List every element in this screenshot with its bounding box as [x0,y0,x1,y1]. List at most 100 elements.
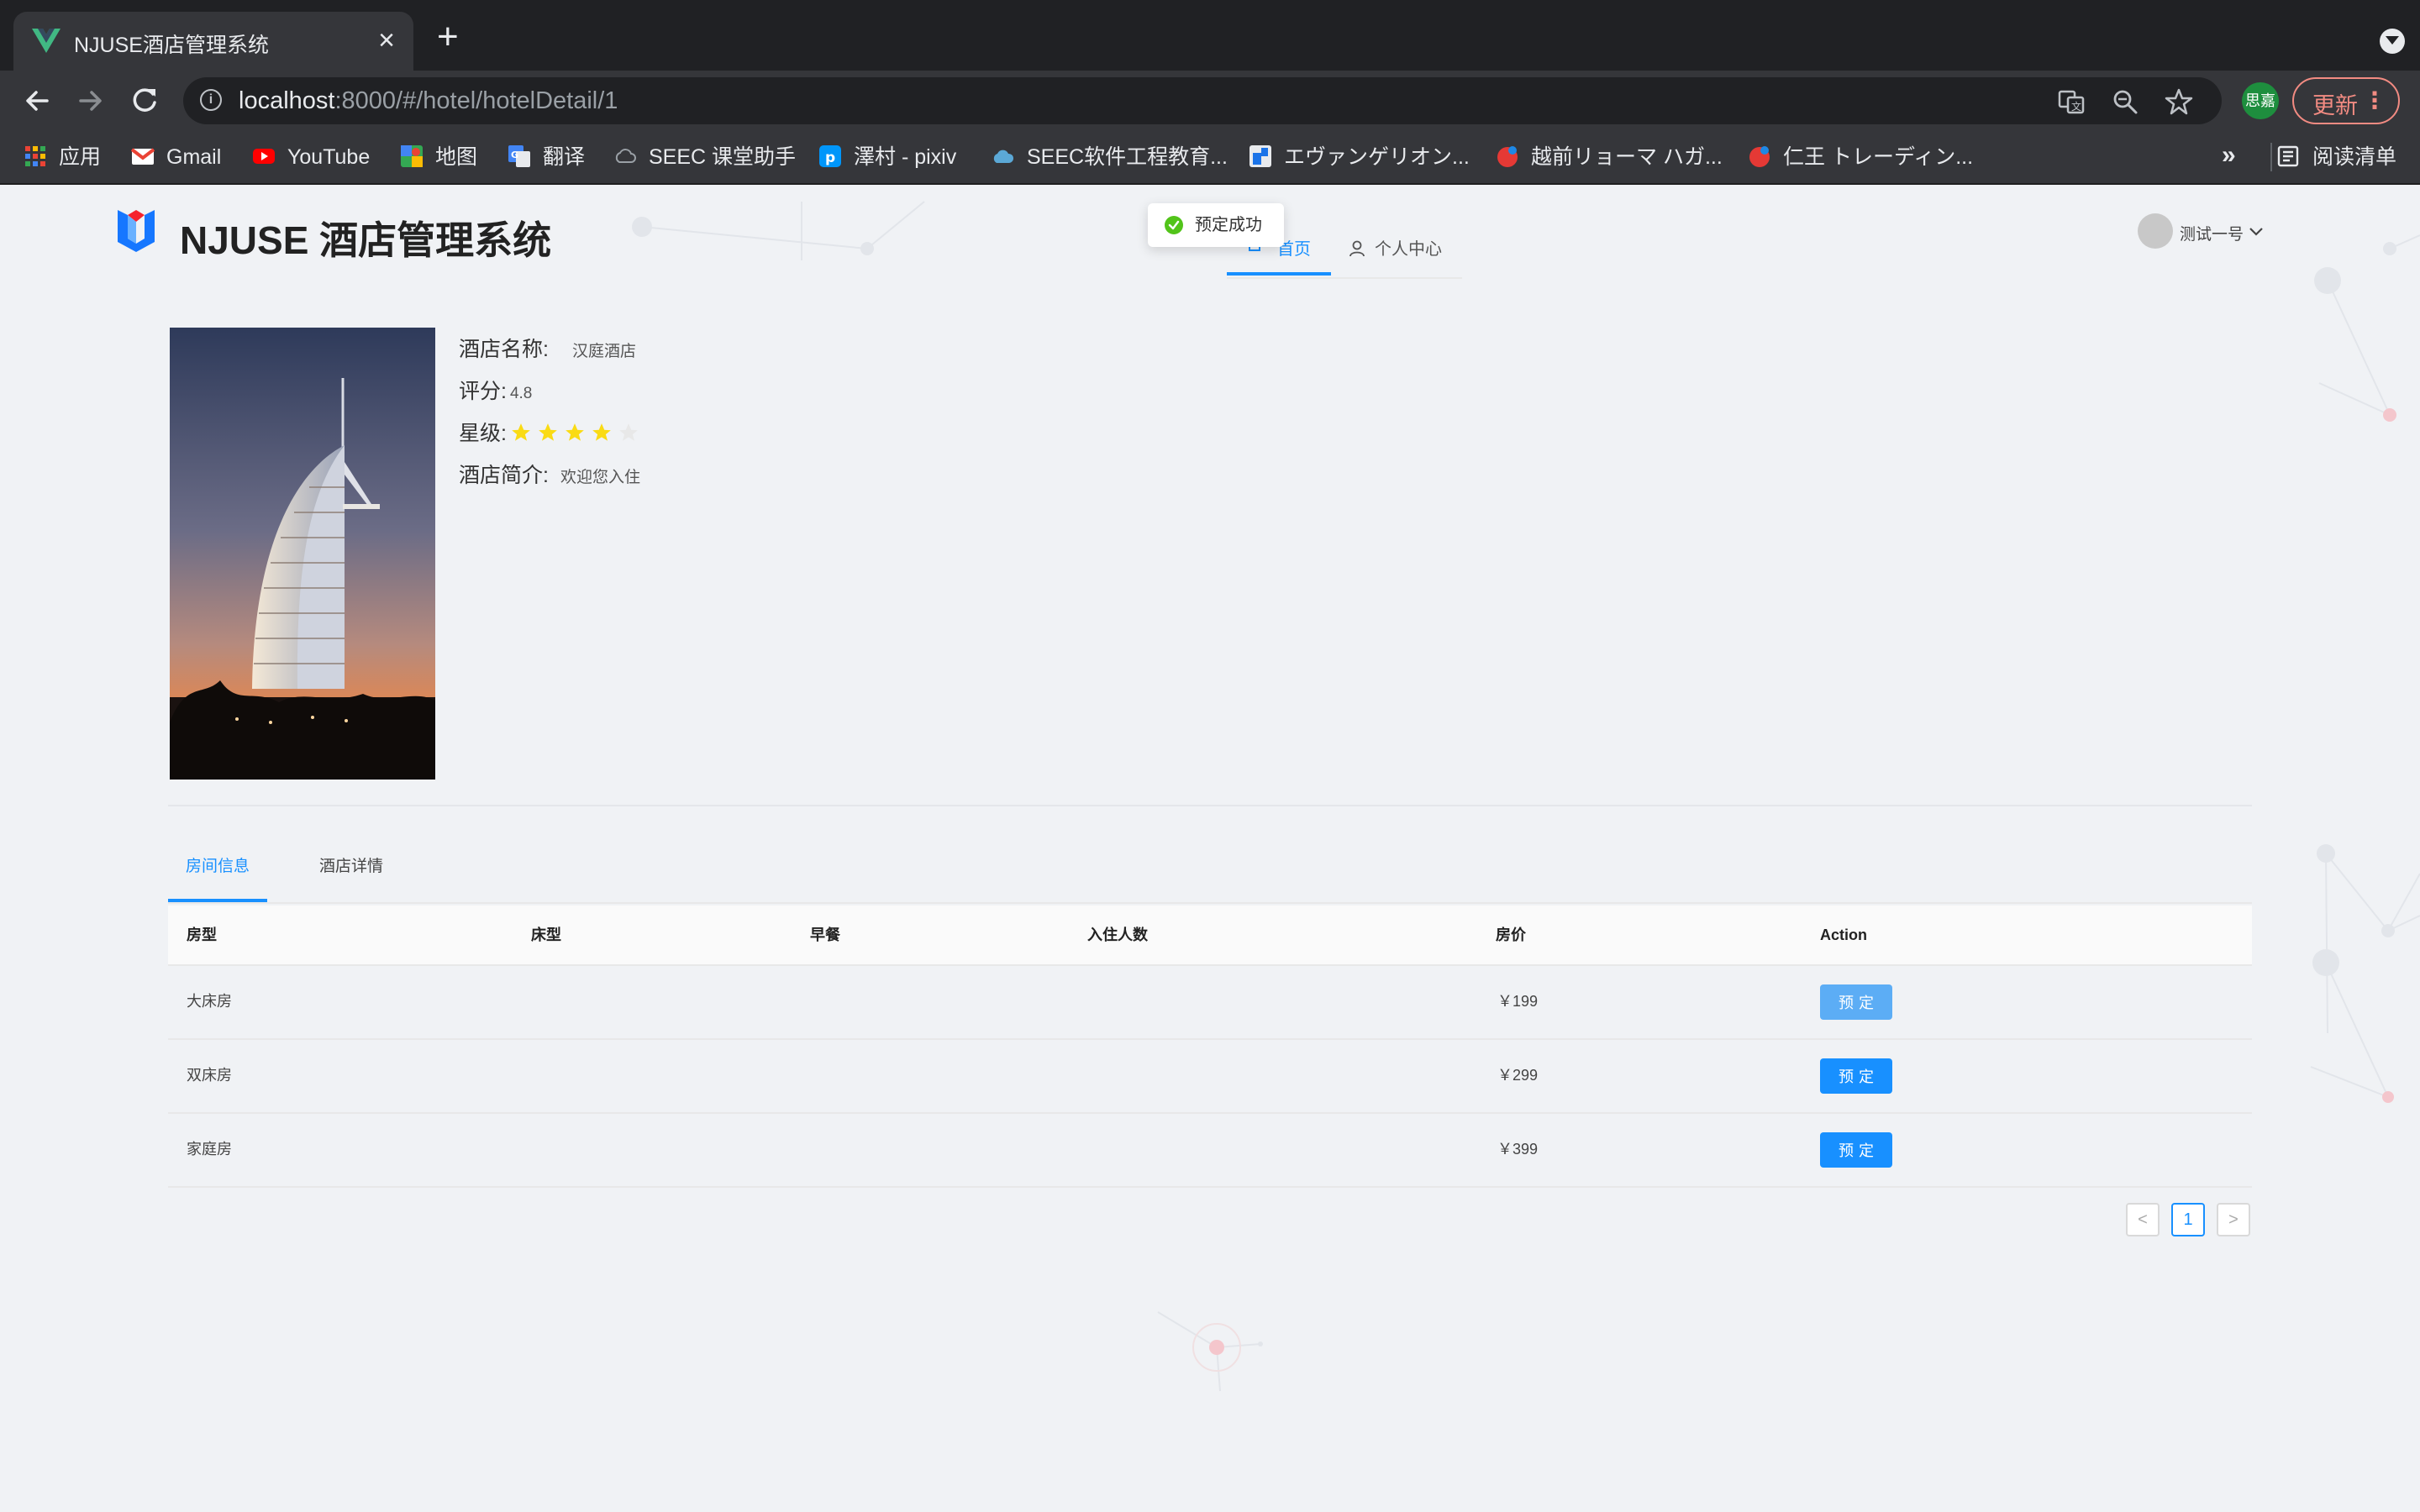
bookmark-ryoma[interactable]: 越前リョーマ ハガ... [1496,143,1723,171]
column-header: 房型 [187,927,217,943]
hotel-name-label: 酒店名称: [459,338,549,361]
column-header: Action [1820,927,1867,943]
column-header: 床型 [531,927,561,943]
star-filled-icon [592,423,612,441]
back-arrow-icon[interactable] [18,82,55,119]
site-logo-icon [118,210,155,252]
hotel-desc-value: 欢迎您入住 [560,469,640,486]
bookmark-site-icon [1249,145,1271,168]
hotel-image [170,328,435,780]
tab-hotel-detail[interactable]: 酒店详情 [319,837,383,902]
tab-search-icon[interactable] [2380,29,2405,54]
hotel-name-value: 汉庭酒店 [571,343,636,360]
profile-avatar[interactable]: 思嘉 [2242,82,2279,119]
hotel-desc-row: 酒店简介: 欢迎您入住 [459,459,640,489]
chevron-down-icon[interactable] [2249,225,2264,237]
svg-text:G: G [511,150,518,160]
site-info-icon[interactable]: i [200,89,222,111]
zoom-icon[interactable] [2111,87,2139,116]
browser-toolbar: i localhost:8000/#/hotel/hotelDetail/1 文… [0,71,2420,131]
bookmark-apps[interactable]: 应用 [24,143,101,171]
bookmark-eva[interactable]: エヴァンゲリオン... [1249,143,1470,171]
red-badge-icon [1749,146,1770,168]
reload-icon[interactable] [126,82,163,119]
room-type-cell: 双床房 [187,1067,232,1084]
maps-icon [401,145,423,168]
vue-logo-icon [32,29,60,53]
star-bookmark-icon[interactable] [2165,87,2193,116]
table-header: 房型 床型 早餐 入住人数 房价 Action [168,906,2252,966]
bookmark-pixiv[interactable]: p 澤村 - pixiv [818,143,956,171]
translate-icon: G [508,145,530,168]
bookmark-niou[interactable]: 仁王 トレーディン... [1748,143,1973,171]
star-empty-icon [619,423,639,441]
pagination-next-button[interactable]: > [2217,1203,2250,1236]
success-message-toast: 预定成功 [1148,203,1284,247]
bookmark-maps[interactable]: 地图 [400,143,477,171]
svg-text:文: 文 [2071,100,2081,113]
tab-title: NJUSE酒店管理系统 [74,34,269,57]
pixiv-icon: p [819,145,841,168]
star-filled-icon [539,423,558,441]
url-text[interactable]: localhost:8000/#/hotel/hotelDetail/1 [239,87,618,115]
browser-tab[interactable]: NJUSE酒店管理系统 × [13,12,413,71]
table-row: 双床房 ￥299 预定 [168,1040,2252,1114]
hotel-rate-row: 评分: 4.8 [459,375,532,405]
price-cell: ￥399 [1497,1141,1539,1158]
column-header: 早餐 [810,927,840,943]
update-button[interactable]: 更新 ⋮ [2292,77,2400,124]
user-avatar[interactable] [2138,213,2173,249]
column-header: 入住人数 [1087,927,1148,943]
hotel-tabs: 房间信息 酒店详情 [168,837,2252,904]
site-title: NJUSE 酒店管理系统 [180,218,552,262]
forward-arrow-icon[interactable] [72,82,109,119]
username[interactable]: 测试一号 [2180,222,2244,244]
star-filled-icon [512,423,531,441]
bookmark-translate[interactable]: G 翻译 [508,143,585,171]
room-type-cell: 家庭房 [187,1141,232,1158]
tab-room-info[interactable]: 房间信息 [168,837,267,902]
apps-grid-icon [25,146,45,167]
user-icon [1349,240,1365,256]
section-divider [168,805,2252,806]
gmail-icon [131,148,155,165]
bookmark-youtube[interactable]: YouTube [252,143,370,171]
hotel-star-row: 星级: [459,417,644,447]
book-button[interactable]: 预定 [1820,1058,1892,1094]
hotel-rate-label: 评分: [459,380,507,403]
message-text: 预定成功 [1195,216,1262,234]
check-circle-icon [1165,216,1183,234]
bookmarks-separator [2270,143,2272,171]
youtube-icon [253,149,275,165]
menu-dots-icon[interactable]: ⋮ [2363,84,2386,118]
cloud-icon [615,149,636,164]
bookmark-seec-edu[interactable]: SEEC软件工程教育... [992,143,1228,171]
book-button[interactable]: 预定 [1820,1132,1892,1168]
close-tab-icon[interactable]: × [378,24,395,57]
bookmark-seec[interactable]: SEEC 课堂助手 [613,143,796,171]
pagination-prev-button[interactable]: < [2126,1203,2160,1236]
nav-user-center-label: 个人中心 [1375,240,1442,259]
bookmarks-more-button[interactable]: » [2222,141,2236,170]
translate-page-icon[interactable]: 文 [2057,87,2086,116]
red-badge-icon [1497,146,1518,168]
update-label: 更新 [2312,93,2358,118]
address-bar[interactable]: i localhost:8000/#/hotel/hotelDetail/1 文 [183,77,2222,124]
room-type-cell: 大床房 [187,993,232,1010]
nav-user-center-tab[interactable]: 个人中心 [1349,235,1442,260]
book-button[interactable]: 预定 [1820,984,1892,1020]
bookmark-gmail[interactable]: Gmail [131,143,221,171]
table-row: 大床房 ￥199 预定 [168,966,2252,1040]
table-row: 家庭房 ￥399 预定 [168,1114,2252,1188]
svg-text:p: p [825,150,835,166]
star-rating [510,423,644,444]
room-table: 房型 床型 早餐 入住人数 房价 Action 大床房 ￥199 预定 双床房 … [168,906,2252,1188]
star-filled-icon [566,423,585,441]
new-tab-icon[interactable]: + [437,18,459,55]
reading-list-button[interactable]: 阅读清单 [2277,143,2396,171]
hotel-star-label: 星级: [459,422,507,445]
price-cell: ￥199 [1497,993,1539,1010]
pagination-page-1[interactable]: 1 [2171,1203,2205,1236]
page-content: NJUSE 酒店管理系统 首页 个人中心 预定成功 测试一号 酒店名称: 汉庭酒… [0,185,2420,1512]
reading-list-icon [2277,146,2299,167]
